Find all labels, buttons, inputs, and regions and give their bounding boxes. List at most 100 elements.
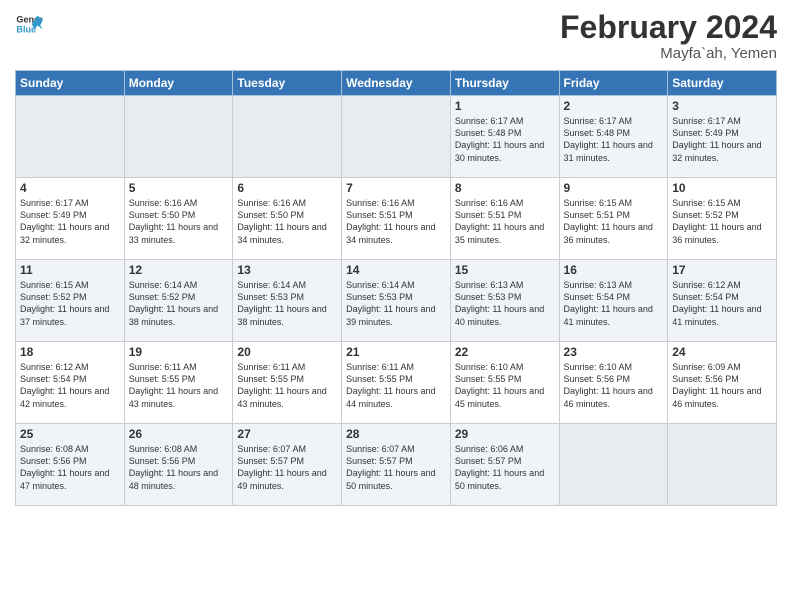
- calendar-day-header: Friday: [559, 71, 668, 96]
- day-number: 14: [346, 263, 446, 277]
- cell-info: Sunrise: 6:15 AMSunset: 5:52 PMDaylight:…: [672, 198, 761, 244]
- day-number: 25: [20, 427, 120, 441]
- day-number: 5: [129, 181, 229, 195]
- calendar-cell: 15 Sunrise: 6:13 AMSunset: 5:53 PMDayligh…: [450, 260, 559, 342]
- calendar-cell: [16, 96, 125, 178]
- cell-info: Sunrise: 6:16 AMSunset: 5:51 PMDaylight:…: [455, 198, 544, 244]
- cell-info: Sunrise: 6:12 AMSunset: 5:54 PMDaylight:…: [20, 362, 109, 408]
- cell-info: Sunrise: 6:17 AMSunset: 5:49 PMDaylight:…: [20, 198, 109, 244]
- calendar-cell: 26Sunrise: 6:08 AMSunset: 5:56 PMDayligh…: [124, 424, 233, 506]
- cell-info: Sunrise: 6:08 AMSunset: 5:56 PMDaylight:…: [129, 444, 218, 490]
- cell-info: Sunrise: 6:17 AMSunset: 5:48 PMDaylight:…: [564, 116, 653, 162]
- calendar-day-header: Tuesday: [233, 71, 342, 96]
- calendar-cell: 21 Sunrise: 6:11 AMSunset: 5:55 PMDayligh…: [342, 342, 451, 424]
- calendar-cell: 1 Sunrise: 6:17 AMSunset: 5:48 PMDaylight…: [450, 96, 559, 178]
- day-number: 1: [455, 99, 555, 113]
- calendar-day-header: Sunday: [16, 71, 125, 96]
- cell-info: Sunrise: 6:10 AMSunset: 5:56 PMDaylight:…: [564, 362, 653, 408]
- day-number: 2: [564, 99, 664, 113]
- cell-info: Sunrise: 6:09 AMSunset: 5:56 PMDaylight:…: [672, 362, 761, 408]
- cell-info: Sunrise: 6:14 AMSunset: 5:52 PMDaylight:…: [129, 280, 218, 326]
- cell-info: Sunrise: 6:17 AMSunset: 5:48 PMDaylight:…: [455, 116, 544, 162]
- calendar-cell: 14 Sunrise: 6:14 AMSunset: 5:53 PMDayligh…: [342, 260, 451, 342]
- cell-info: Sunrise: 6:12 AMSunset: 5:54 PMDaylight:…: [672, 280, 761, 326]
- cell-info: Sunrise: 6:13 AMSunset: 5:54 PMDaylight:…: [564, 280, 653, 326]
- calendar-cell: 2 Sunrise: 6:17 AMSunset: 5:48 PMDaylight…: [559, 96, 668, 178]
- logo: General Blue: [15, 10, 43, 38]
- cell-info: Sunrise: 6:16 AMSunset: 5:50 PMDaylight:…: [237, 198, 326, 244]
- location-subtitle: Mayfa`ah, Yemen: [560, 45, 777, 62]
- day-number: 6: [237, 181, 337, 195]
- page-title: February 2024: [560, 10, 777, 45]
- day-number: 28: [346, 427, 446, 441]
- calendar-cell: 13 Sunrise: 6:14 AMSunset: 5:53 PMDayligh…: [233, 260, 342, 342]
- calendar-cell: [233, 96, 342, 178]
- day-number: 29: [455, 427, 555, 441]
- day-number: 9: [564, 181, 664, 195]
- day-number: 13: [237, 263, 337, 277]
- cell-info: Sunrise: 6:15 AMSunset: 5:51 PMDaylight:…: [564, 198, 653, 244]
- day-number: 18: [20, 345, 120, 359]
- calendar-cell: 7 Sunrise: 6:16 AMSunset: 5:51 PMDaylight…: [342, 178, 451, 260]
- cell-info: Sunrise: 6:10 AMSunset: 5:55 PMDaylight:…: [455, 362, 544, 408]
- day-number: 19: [129, 345, 229, 359]
- day-number: 16: [564, 263, 664, 277]
- day-number: 20: [237, 345, 337, 359]
- day-number: 10: [672, 181, 772, 195]
- cell-info: Sunrise: 6:11 AMSunset: 5:55 PMDaylight:…: [129, 362, 218, 408]
- calendar-cell: 18 Sunrise: 6:12 AMSunset: 5:54 PMDayligh…: [16, 342, 125, 424]
- day-number: 22: [455, 345, 555, 359]
- day-number: 3: [672, 99, 772, 113]
- cell-info: Sunrise: 6:15 AMSunset: 5:52 PMDaylight:…: [20, 280, 109, 326]
- cell-info: Sunrise: 6:06 AMSunset: 5:57 PMDaylight:…: [455, 444, 544, 490]
- calendar-cell: [124, 96, 233, 178]
- calendar-cell: 22 Sunrise: 6:10 AMSunset: 5:55 PMDayligh…: [450, 342, 559, 424]
- day-number: 7: [346, 181, 446, 195]
- calendar-cell: 20 Sunrise: 6:11 AMSunset: 5:55 PMDayligh…: [233, 342, 342, 424]
- calendar-cell: [559, 424, 668, 506]
- calendar-cell: 17 Sunrise: 6:12 AMSunset: 5:54 PMDayligh…: [668, 260, 777, 342]
- day-number: 8: [455, 181, 555, 195]
- calendar-cell: 23 Sunrise: 6:10 AMSunset: 5:56 PMDayligh…: [559, 342, 668, 424]
- calendar-cell: 11 Sunrise: 6:15 AMSunset: 5:52 PMDayligh…: [16, 260, 125, 342]
- calendar-cell: 27 Sunrise: 6:07 AMSunset: 5:57 PMDayligh…: [233, 424, 342, 506]
- calendar-cell: 9 Sunrise: 6:15 AMSunset: 5:51 PMDaylight…: [559, 178, 668, 260]
- cell-info: Sunrise: 6:14 AMSunset: 5:53 PMDaylight:…: [346, 280, 435, 326]
- day-number: 17: [672, 263, 772, 277]
- day-number: 11: [20, 263, 120, 277]
- day-number: 15: [455, 263, 555, 277]
- calendar-day-header: Saturday: [668, 71, 777, 96]
- day-number: 24: [672, 345, 772, 359]
- calendar-cell: 29 Sunrise: 6:06 AMSunset: 5:57 PMDayligh…: [450, 424, 559, 506]
- cell-info: Sunrise: 6:07 AMSunset: 5:57 PMDaylight:…: [237, 444, 326, 490]
- day-number: 27: [237, 427, 337, 441]
- calendar-cell: 6 Sunrise: 6:16 AMSunset: 5:50 PMDaylight…: [233, 178, 342, 260]
- day-number: 12: [129, 263, 229, 277]
- cell-info: Sunrise: 6:11 AMSunset: 5:55 PMDaylight:…: [237, 362, 326, 408]
- cell-info: Sunrise: 6:14 AMSunset: 5:53 PMDaylight:…: [237, 280, 326, 326]
- calendar-cell: 3 Sunrise: 6:17 AMSunset: 5:49 PMDaylight…: [668, 96, 777, 178]
- cell-info: Sunrise: 6:11 AMSunset: 5:55 PMDaylight:…: [346, 362, 435, 408]
- calendar-cell: 8 Sunrise: 6:16 AMSunset: 5:51 PMDaylight…: [450, 178, 559, 260]
- calendar-cell: [668, 424, 777, 506]
- calendar-cell: 24 Sunrise: 6:09 AMSunset: 5:56 PMDayligh…: [668, 342, 777, 424]
- calendar-cell: 4Sunrise: 6:17 AMSunset: 5:49 PMDaylight…: [16, 178, 125, 260]
- cell-info: Sunrise: 6:13 AMSunset: 5:53 PMDaylight:…: [455, 280, 544, 326]
- calendar-cell: [342, 96, 451, 178]
- cell-info: Sunrise: 6:07 AMSunset: 5:57 PMDaylight:…: [346, 444, 435, 490]
- cell-info: Sunrise: 6:08 AMSunset: 5:56 PMDaylight:…: [20, 444, 109, 490]
- calendar-cell: 10 Sunrise: 6:15 AMSunset: 5:52 PMDayligh…: [668, 178, 777, 260]
- calendar-cell: 25 Sunrise: 6:08 AMSunset: 5:56 PMDayligh…: [16, 424, 125, 506]
- calendar-cell: 12 Sunrise: 6:14 AMSunset: 5:52 PMDayligh…: [124, 260, 233, 342]
- calendar-day-header: Monday: [124, 71, 233, 96]
- calendar-day-header: Thursday: [450, 71, 559, 96]
- calendar-cell: 5 Sunrise: 6:16 AMSunset: 5:50 PMDaylight…: [124, 178, 233, 260]
- cell-info: Sunrise: 6:16 AMSunset: 5:51 PMDaylight:…: [346, 198, 435, 244]
- calendar-cell: 19 Sunrise: 6:11 AMSunset: 5:55 PMDayligh…: [124, 342, 233, 424]
- cell-info: Sunrise: 6:16 AMSunset: 5:50 PMDaylight:…: [129, 198, 218, 244]
- calendar-table: SundayMondayTuesdayWednesdayThursdayFrid…: [15, 70, 777, 506]
- cell-info: Sunrise: 6:17 AMSunset: 5:49 PMDaylight:…: [672, 116, 761, 162]
- day-number: 23: [564, 345, 664, 359]
- calendar-cell: 28 Sunrise: 6:07 AMSunset: 5:57 PMDayligh…: [342, 424, 451, 506]
- day-number: 21: [346, 345, 446, 359]
